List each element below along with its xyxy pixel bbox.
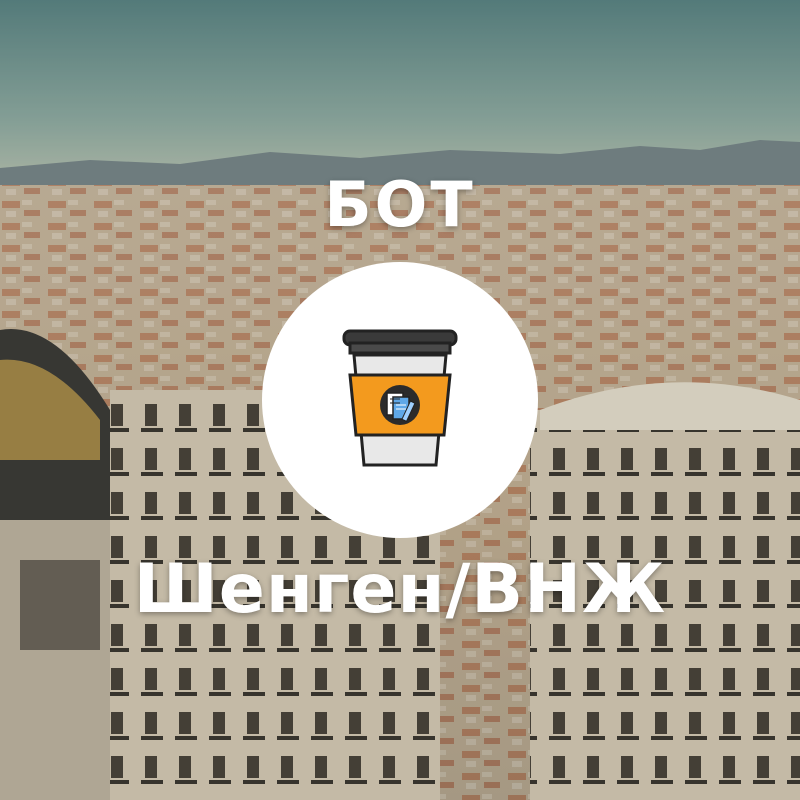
schengen-title: Шенген/ВНЖ: [133, 550, 667, 629]
bot-title: БОТ: [324, 168, 476, 241]
coffee-cup-document-icon: [342, 329, 458, 467]
